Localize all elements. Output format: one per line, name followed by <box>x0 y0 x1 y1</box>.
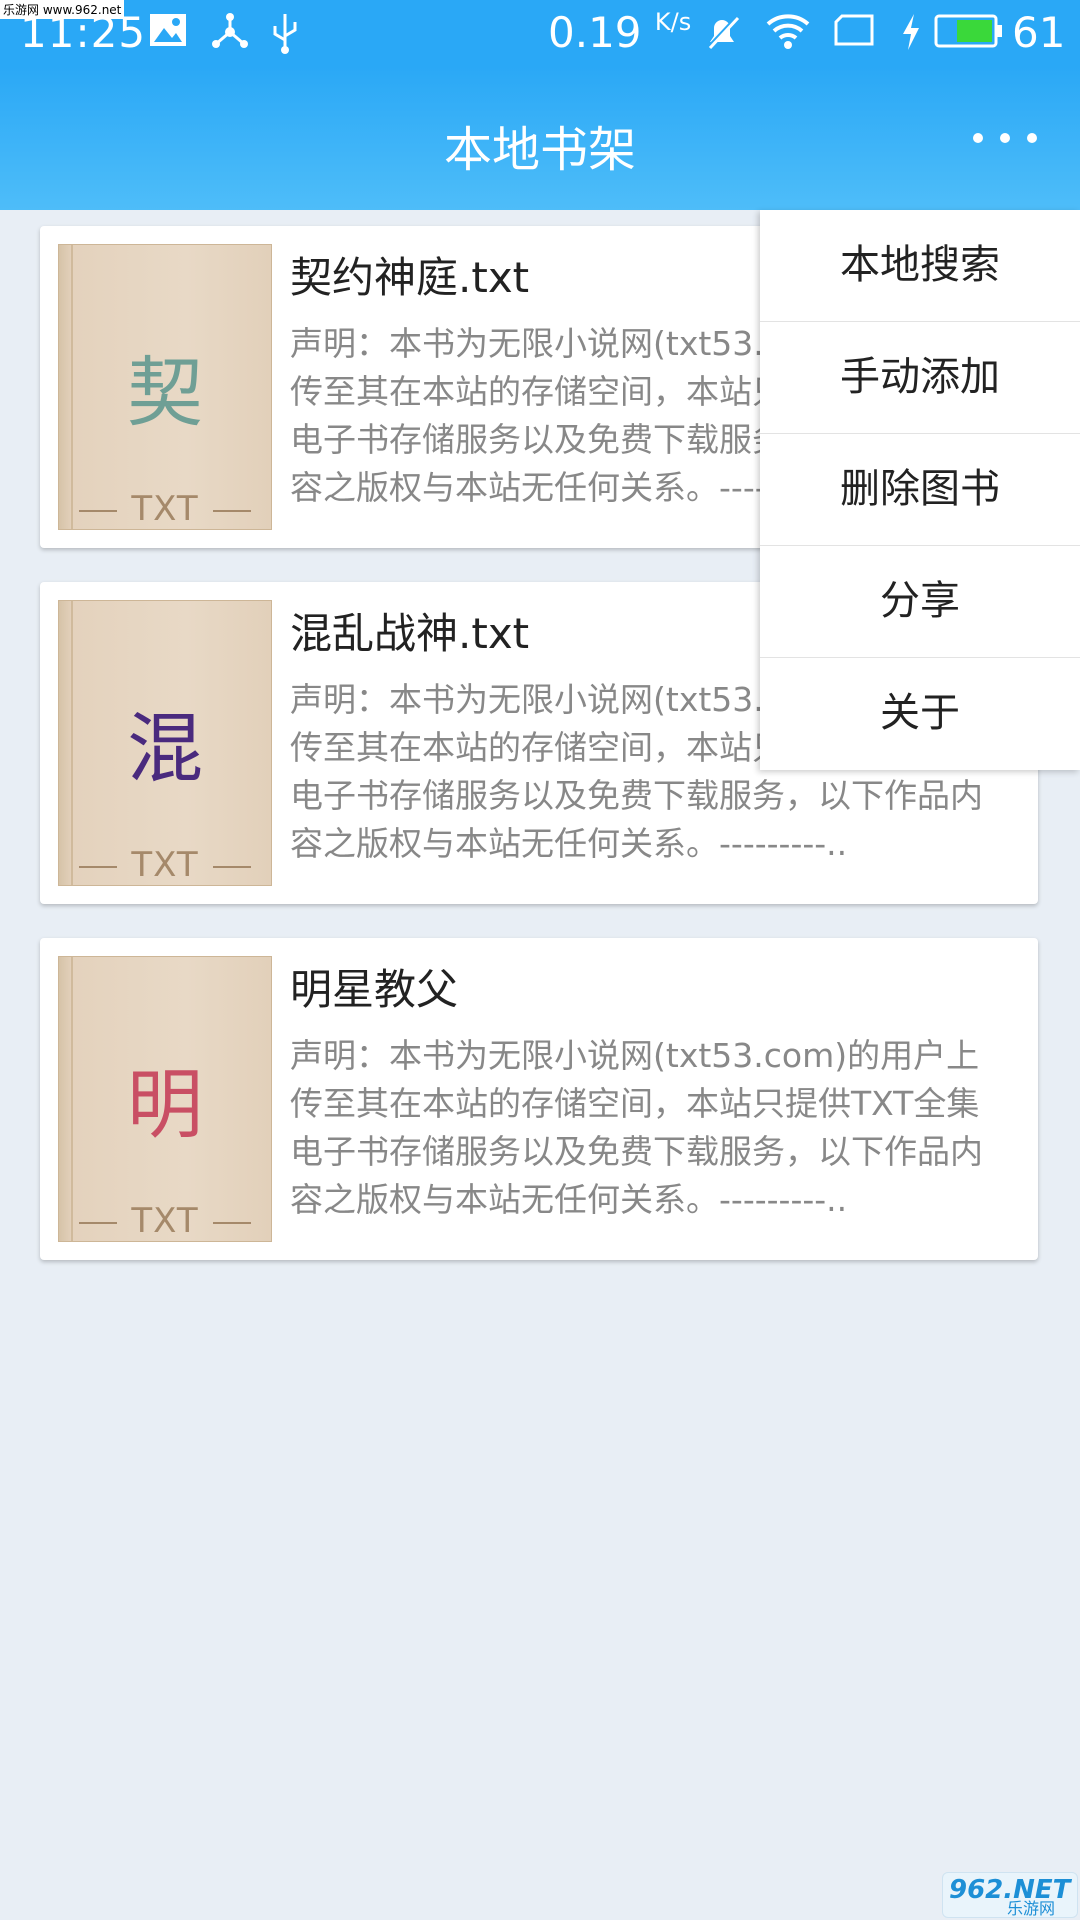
menu-item-local-search[interactable]: 本地搜索 <box>760 210 1080 322</box>
sim-icon <box>834 14 874 46</box>
logo-sub: 乐游网 <box>1007 1899 1056 1918</box>
book-card[interactable]: 明 TXT 明星教父 声明：本书为无限小说网(txt53.com)的用户上传至其… <box>40 938 1038 1260</box>
menu-item-about[interactable]: 关于 <box>760 658 1080 769</box>
more-dots-icon[interactable] <box>970 118 1040 158</box>
book-cover: 混 TXT <box>58 600 272 886</box>
battery-icon <box>934 14 1002 48</box>
cover-dash <box>212 509 251 512</box>
cover-label: TXT <box>59 845 271 885</box>
book-description: 声明：本书为无限小说网(txt53.com)的用户上传至其在本站的存储空间，本站… <box>290 1036 983 1219</box>
page-title: 本地书架 <box>443 122 636 178</box>
site-logo: 962.NET 乐游网 <box>942 1872 1078 1918</box>
cover-dash <box>212 1221 251 1224</box>
network-speed: 0.19 K/s <box>548 8 691 57</box>
battery-level: 61 <box>1012 8 1066 57</box>
network-speed-value: 0.19 <box>548 8 642 57</box>
cover-label-text: TXT <box>131 1201 199 1241</box>
charging-icon <box>903 14 919 50</box>
cover-char: 契 <box>127 348 203 437</box>
overflow-menu: 本地搜索 手动添加 删除图书 分享 关于 <box>760 210 1080 770</box>
share-hub-icon <box>212 13 248 48</box>
usb-icon <box>273 14 297 54</box>
image-icon <box>150 14 186 46</box>
book-cover: 明 TXT <box>58 956 272 1242</box>
book-cover: 契 TXT <box>58 244 272 530</box>
cover-label: TXT <box>59 489 271 529</box>
menu-item-manual-add[interactable]: 手动添加 <box>760 322 1080 434</box>
cover-char: 明 <box>127 1060 203 1149</box>
cover-label-text: TXT <box>131 489 199 529</box>
app-toolbar: 本地书架 <box>0 66 1080 210</box>
book-title: 契约神庭.txt <box>290 253 530 302</box>
menu-item-share[interactable]: 分享 <box>760 546 1080 658</box>
cover-label: TXT <box>59 1201 271 1241</box>
book-title: 明星教父 <box>290 965 459 1014</box>
status-bar: 11:25 0.19 K/s 61 乐游网 www.962.net <box>0 0 1080 66</box>
cover-dash <box>79 509 118 512</box>
wifi-icon <box>766 14 810 49</box>
mute-icon <box>706 14 740 50</box>
cover-label-text: TXT <box>131 845 199 885</box>
network-speed-unit: K/s <box>654 8 692 36</box>
site-watermark: 乐游网 www.962.net <box>0 0 125 19</box>
cover-dash <box>79 1221 118 1224</box>
menu-item-delete-book[interactable]: 删除图书 <box>760 434 1080 546</box>
cover-char: 混 <box>127 704 203 793</box>
cover-dash <box>79 865 118 868</box>
cover-dash <box>212 865 251 868</box>
book-title: 混乱战神.txt <box>290 609 530 658</box>
